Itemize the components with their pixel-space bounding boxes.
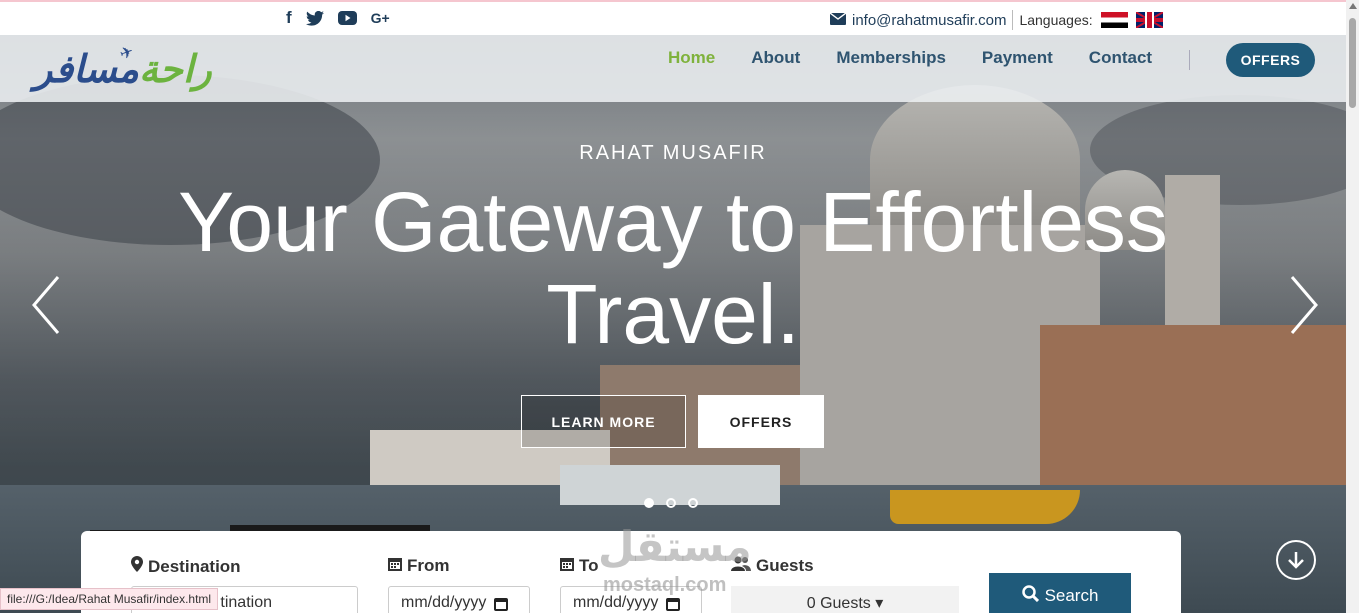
nav-memberships[interactable]: Memberships	[836, 48, 946, 68]
search-icon	[1021, 584, 1039, 607]
watermark-url: mostaql.com	[603, 574, 727, 596]
top-bar: f G+ info@rahatmusafir.com Languages:	[0, 0, 1346, 35]
envelope-icon	[829, 11, 847, 29]
boat	[890, 490, 1080, 524]
guests-dropdown[interactable]: 0 Guests ▾	[731, 586, 959, 613]
languages-label: Languages:	[1019, 12, 1093, 28]
calendar-icon	[388, 556, 402, 576]
carousel-indicators	[644, 498, 698, 508]
calendar-picker-icon[interactable]	[494, 598, 509, 611]
learn-more-button[interactable]: LEARN MORE	[521, 395, 686, 448]
browser-status-url: file:///G:/Idea/Rahat Musafir/index.html	[0, 588, 219, 610]
carousel-next-arrow-icon[interactable]	[1282, 275, 1322, 335]
hero-headline: Your Gateway to Effortless Travel.	[178, 175, 1168, 361]
scroll-up-arrow-icon[interactable]	[1349, 3, 1357, 9]
to-label: To	[560, 556, 599, 576]
google-plus-icon[interactable]: G+	[371, 9, 390, 27]
search-button[interactable]: Search	[989, 573, 1131, 613]
destination-label: Destination	[131, 556, 241, 577]
from-label: From	[388, 556, 450, 576]
hero-kicker: RAHAT MUSAFIR	[579, 142, 767, 164]
twitter-icon[interactable]	[305, 9, 324, 27]
carousel-dot[interactable]	[688, 498, 698, 508]
main-navbar: ✈ راحةمسافر Home About Memberships Payme…	[0, 35, 1346, 102]
carousel-dot[interactable]	[644, 498, 654, 508]
page-scrollbar[interactable]	[1346, 0, 1359, 613]
carousel-prev-arrow-icon[interactable]	[28, 275, 68, 335]
contact-info: info@rahatmusafir.com Languages:	[829, 10, 1171, 30]
offers-nav-button[interactable]: OFFERS	[1226, 43, 1315, 77]
egypt-flag-icon[interactable]	[1100, 12, 1128, 28]
calendar-picker-icon[interactable]	[666, 598, 681, 611]
from-date-input[interactable]: mm/dd/yyyy	[388, 586, 530, 613]
facebook-icon[interactable]: f	[286, 8, 292, 27]
map-marker-icon	[131, 556, 143, 577]
social-links: f G+	[286, 8, 390, 27]
nav-home[interactable]: Home	[668, 48, 715, 68]
nav-divider	[1189, 50, 1190, 70]
scroll-down-icon[interactable]	[1276, 540, 1316, 580]
email-link[interactable]: info@rahatmusafir.com	[852, 12, 1006, 29]
nav-payment[interactable]: Payment	[982, 48, 1053, 68]
logo-text: راحةمسافر	[34, 47, 213, 91]
logo[interactable]: ✈ راحةمسافر	[34, 43, 213, 93]
nav-contact[interactable]: Contact	[1089, 48, 1152, 68]
nav-about[interactable]: About	[751, 48, 800, 68]
offers-button[interactable]: OFFERS	[698, 395, 824, 448]
uk-flag-icon[interactable]	[1135, 12, 1163, 28]
nav-links: Home About Memberships Payment Contact	[668, 48, 1152, 68]
divider	[1012, 10, 1014, 30]
watermark-logo: مستقل	[598, 522, 752, 571]
calendar-icon	[560, 556, 574, 576]
youtube-icon[interactable]	[337, 9, 357, 27]
scroll-thumb[interactable]	[1349, 18, 1356, 108]
carousel-dot[interactable]	[666, 498, 676, 508]
